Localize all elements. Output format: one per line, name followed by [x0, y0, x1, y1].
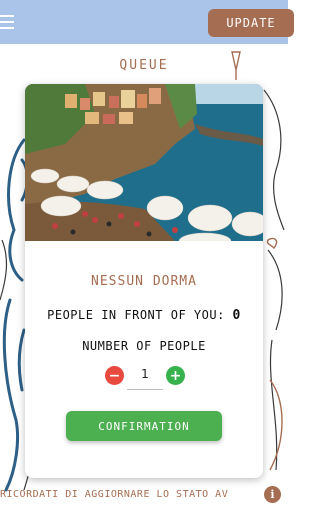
- confirmation-button[interactable]: Confirmation: [66, 411, 222, 441]
- reminder-marquee: Ricordati di aggiornare lo stato av: [0, 489, 229, 500]
- number-of-people-label: Number of people: [82, 339, 206, 353]
- queue-title: Queue: [119, 58, 169, 73]
- people-in-front: People in front of you: 0: [25, 308, 263, 323]
- update-button[interactable]: Update: [208, 9, 294, 37]
- hamburger-menu-icon[interactable]: [0, 14, 20, 30]
- people-in-front-label: People in front of you:: [47, 308, 225, 322]
- quantity-value[interactable]: 1: [133, 367, 157, 381]
- quantity-underline: [127, 389, 163, 390]
- top-bar: Update: [0, 0, 294, 44]
- quantity-stepper: − 1 +: [103, 365, 187, 390]
- event-title: Nessun Dorma: [91, 274, 197, 289]
- increase-button[interactable]: +: [166, 366, 185, 385]
- event-photo: [25, 84, 263, 241]
- decrease-button[interactable]: −: [105, 366, 124, 385]
- people-in-front-count: 0: [232, 308, 241, 323]
- info-icon[interactable]: i: [264, 486, 281, 503]
- queue-card: Nessun Dorma People in front of you: 0 N…: [25, 84, 263, 478]
